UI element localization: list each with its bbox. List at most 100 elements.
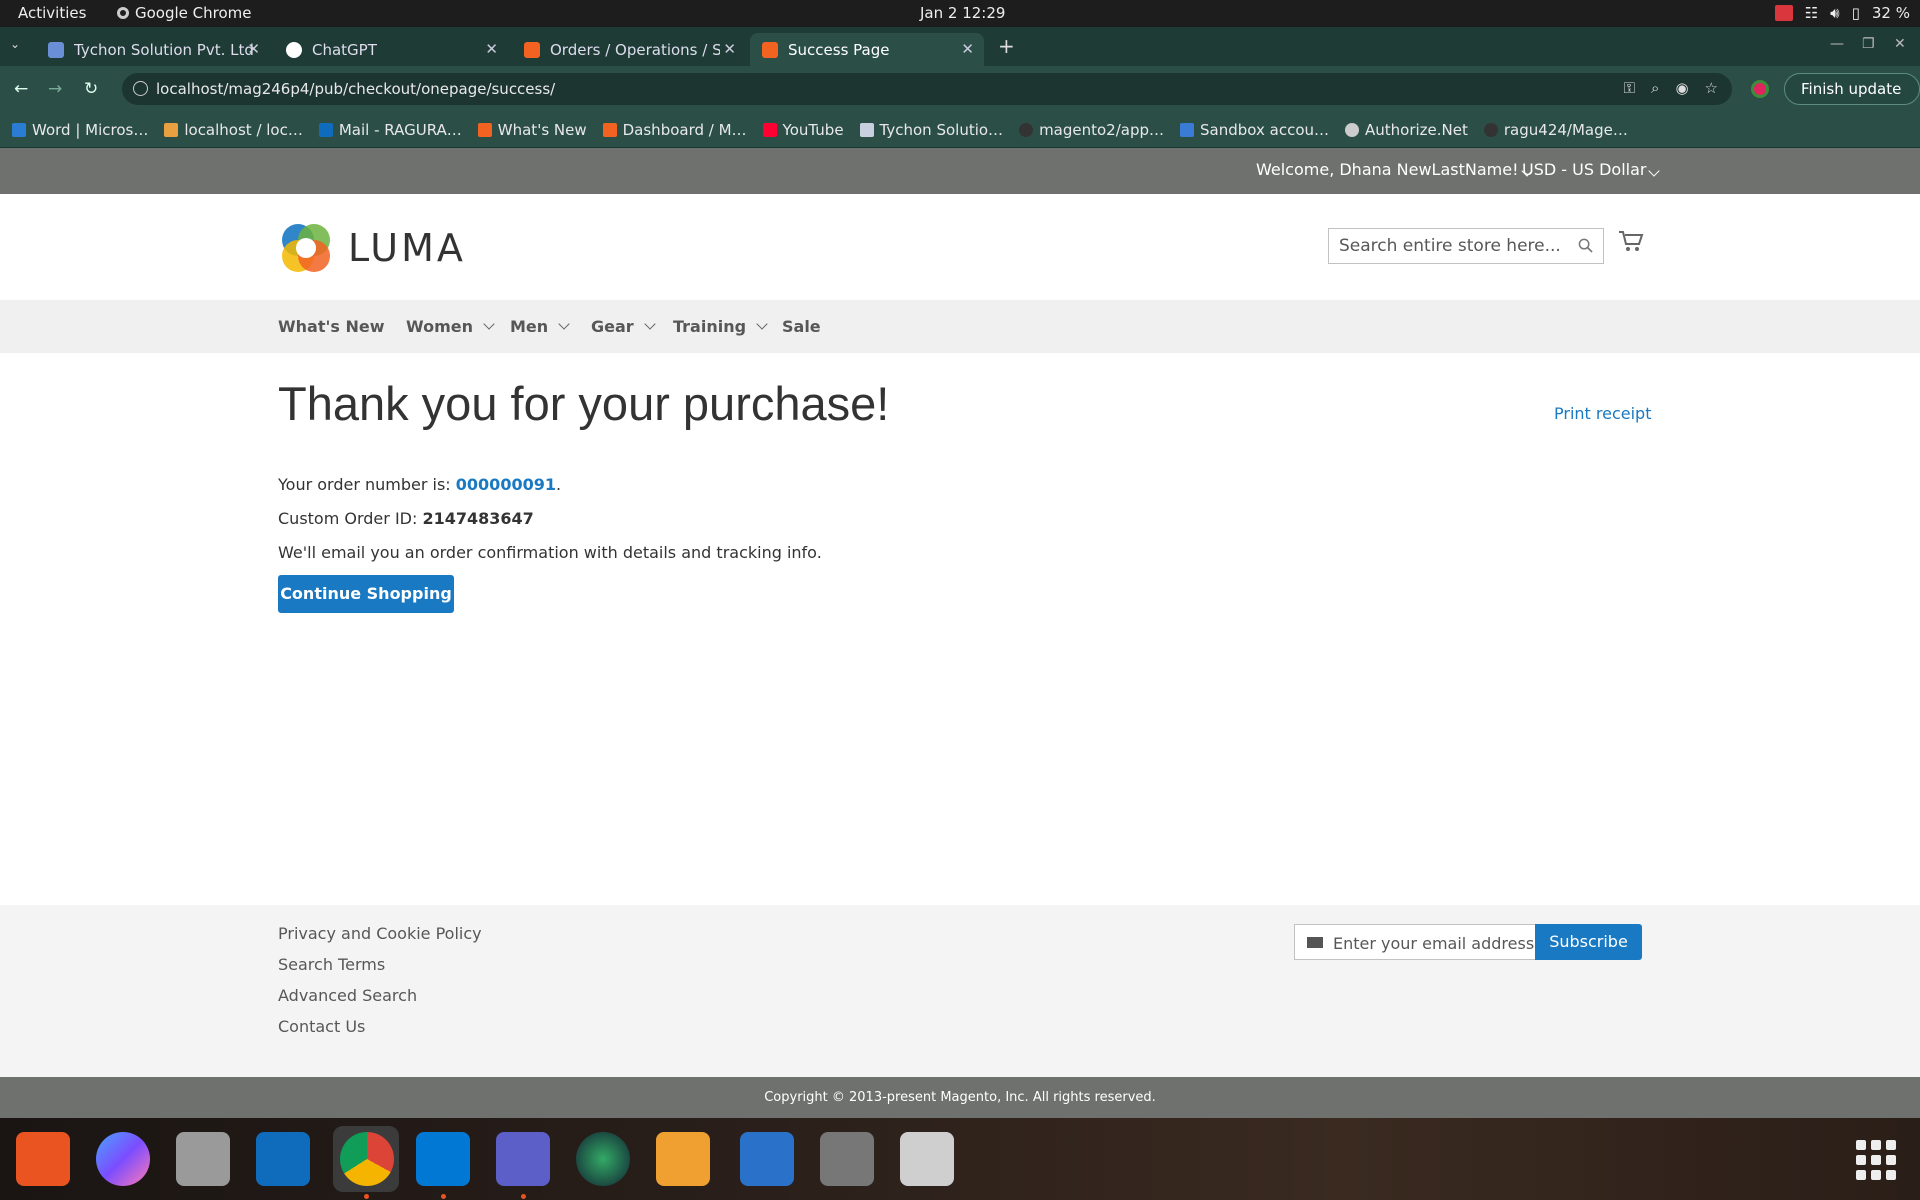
tab-chatgpt[interactable]: ChatGPT ✕ — [274, 33, 508, 66]
search-icon[interactable] — [1578, 238, 1593, 253]
search-input[interactable]: Search entire store here... — [1328, 228, 1604, 264]
nav-training[interactable]: Training — [673, 317, 768, 336]
bookmark-label: YouTube — [782, 121, 844, 139]
bookmark-label: Authorize.Net — [1365, 121, 1468, 139]
magento-icon — [602, 123, 617, 137]
currency-switcher[interactable]: USD - US Dollar — [1522, 160, 1661, 179]
app-menu[interactable]: Google Chrome — [117, 4, 252, 22]
phpmyadmin-icon — [164, 123, 179, 137]
site-info-icon[interactable] — [133, 81, 148, 96]
footer-link-contact[interactable]: Contact Us — [278, 1017, 365, 1036]
back-button[interactable]: ← — [14, 79, 28, 99]
writer-icon[interactable] — [740, 1132, 794, 1186]
currency-text: USD - US Dollar — [1522, 160, 1647, 179]
nav-women[interactable]: Women — [406, 317, 495, 336]
password-key-icon[interactable]: ⚿ — [1624, 79, 1635, 97]
trash-icon[interactable] — [900, 1132, 954, 1186]
bookmark-item[interactable]: Dashboard / M… — [602, 121, 747, 139]
new-tab-button[interactable]: + — [998, 34, 1015, 58]
bookmark-item[interactable]: Authorize.Net — [1345, 121, 1468, 139]
system-tray[interactable]: ☷ 🔊︎ ▯ 32 % — [1774, 4, 1910, 22]
bookmark-label: magento2/app… — [1039, 121, 1165, 139]
url-text[interactable]: localhost/mag246p4/pub/checkout/onepage/… — [156, 80, 555, 98]
finish-update-button[interactable]: Finish update ⋮ — [1784, 73, 1920, 128]
newsletter-email-input[interactable]: Enter your email address — [1294, 924, 1536, 960]
magento-favicon-icon — [524, 41, 540, 58]
bookmark-item[interactable]: Mail - RAGURA… — [318, 121, 462, 139]
footer-link-advanced-search[interactable]: Advanced Search — [278, 986, 417, 1005]
tab-title: ChatGPT — [312, 40, 377, 59]
magento-icon — [477, 123, 492, 137]
copilot-icon[interactable] — [96, 1132, 150, 1186]
custom-order-line: Custom Order ID: 2147483647 — [278, 509, 534, 528]
zoom-icon[interactable]: ⌕ — [1651, 79, 1659, 97]
tab-success-page[interactable]: Success Page ✕ — [750, 33, 984, 66]
chrome-icon[interactable] — [340, 1132, 394, 1186]
close-tab-icon[interactable]: ✕ — [485, 40, 498, 58]
eye-icon[interactable]: ◉ — [1675, 79, 1688, 97]
custom-order-id: 2147483647 — [422, 509, 534, 528]
bookmark-item[interactable]: ragu424/Mage… — [1483, 121, 1628, 139]
files-icon[interactable] — [176, 1132, 230, 1186]
tab-orders[interactable]: Orders / Operations / Sa ✕ — [512, 33, 746, 66]
bookmark-item[interactable]: What's New — [477, 121, 587, 139]
bookmark-label: Mail - RAGURA… — [338, 121, 462, 139]
close-tab-icon[interactable]: ✕ — [247, 40, 260, 58]
customer-menu[interactable]: Welcome, Dhana NewLastName! — [1256, 160, 1533, 179]
header-panel: Welcome, Dhana NewLastName! USD - US Dol… — [0, 148, 1920, 194]
continue-shopping-button[interactable]: Continue Shopping — [278, 575, 454, 613]
order-label: Your order number is: — [278, 475, 456, 494]
nav-men[interactable]: Men — [510, 317, 570, 336]
reload-button[interactable]: ↻ — [84, 79, 98, 99]
bookmark-item[interactable]: Sandbox accou… — [1180, 121, 1329, 139]
bookmark-item[interactable]: localhost / loc… — [164, 121, 303, 139]
page-title: Thank you for your purchase! — [278, 377, 890, 430]
chevron-down-icon — [644, 318, 656, 330]
nav-gear[interactable]: Gear — [591, 317, 656, 336]
ssd-drive-icon[interactable] — [820, 1132, 874, 1186]
blender-icon[interactable] — [656, 1132, 710, 1186]
bookmark-item[interactable]: YouTube — [762, 121, 844, 139]
app-store-icon[interactable] — [16, 1132, 70, 1186]
close-window-icon[interactable]: ✕ — [1894, 36, 1906, 52]
restore-icon[interactable]: ❐ — [1862, 36, 1875, 52]
running-indicator — [521, 1194, 526, 1199]
nav-label: Women — [406, 317, 473, 336]
bookmark-item[interactable]: magento2/app… — [1019, 121, 1164, 139]
order-number-line: Your order number is: 000000091. — [278, 475, 561, 494]
bookmark-item[interactable]: Tychon Solutio… — [859, 121, 1003, 139]
luma-logo-icon — [282, 224, 330, 272]
cart-icon[interactable] — [1618, 228, 1644, 254]
outlook-icon[interactable] — [256, 1132, 310, 1186]
bookmark-item[interactable]: Word | Micros… — [12, 121, 148, 139]
bookmark-star-icon[interactable]: ☆ — [1705, 79, 1718, 97]
close-tab-icon[interactable]: ✕ — [961, 40, 974, 58]
outlook-icon — [318, 123, 333, 137]
footer-link-search-terms[interactable]: Search Terms — [278, 955, 385, 974]
tab-search-icon[interactable]: ⌄ — [10, 37, 20, 51]
subscribe-button[interactable]: Subscribe — [1535, 924, 1642, 960]
close-tab-icon[interactable]: ✕ — [723, 40, 736, 58]
screen-record-icon[interactable] — [1774, 5, 1793, 21]
running-indicator — [441, 1194, 446, 1199]
nav-whats-new[interactable]: What's New — [278, 317, 385, 336]
profile-avatar[interactable] — [1751, 80, 1769, 98]
taskbar-dock — [0, 1118, 1920, 1200]
store-logo[interactable]: LUMA — [278, 220, 466, 276]
forward-button[interactable]: → — [48, 79, 62, 99]
vscode-icon[interactable] — [416, 1132, 470, 1186]
chevron-down-icon — [483, 318, 495, 330]
order-number-link[interactable]: 000000091 — [456, 475, 556, 494]
clock[interactable]: Jan 2 12:29 — [920, 4, 1005, 22]
address-bar[interactable]: localhost/mag246p4/pub/checkout/onepage/… — [122, 73, 1732, 105]
bookmark-label: Sandbox accou… — [1200, 121, 1330, 139]
print-receipt-link[interactable]: Print receipt — [1554, 404, 1651, 423]
activities-button[interactable]: Activities — [18, 4, 86, 22]
camera-app-icon[interactable] — [576, 1132, 630, 1186]
tab-tychon[interactable]: Tychon Solution Pvt. Ltd ✕ — [36, 33, 270, 66]
minimize-icon[interactable]: — — [1830, 36, 1844, 52]
nav-sale[interactable]: Sale — [782, 317, 821, 336]
teams-icon[interactable] — [496, 1132, 550, 1186]
show-apps-icon[interactable] — [1856, 1140, 1896, 1180]
footer-link-privacy[interactable]: Privacy and Cookie Policy — [278, 924, 482, 943]
